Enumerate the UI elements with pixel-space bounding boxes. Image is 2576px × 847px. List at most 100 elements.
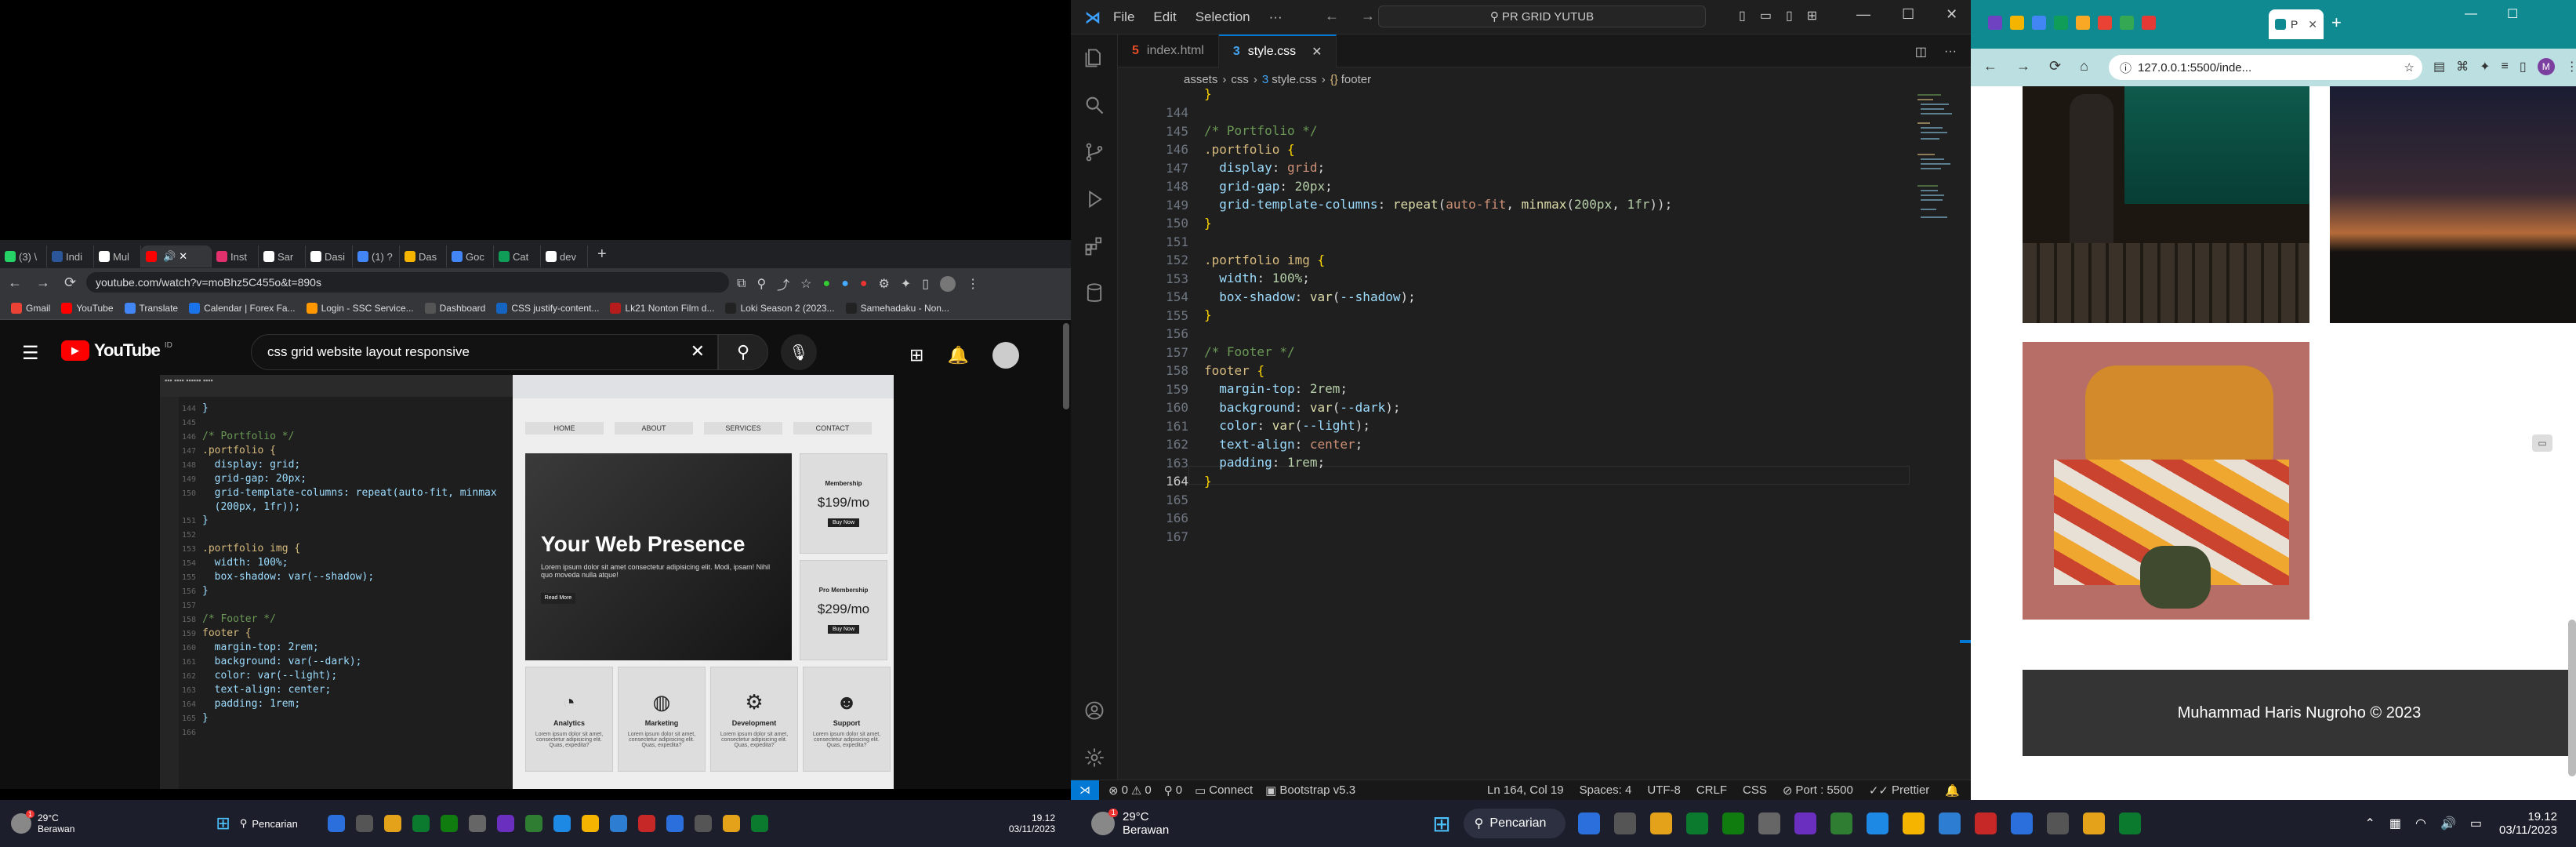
bookmark-item[interactable]: Dashboard	[424, 302, 485, 314]
zoom-icon[interactable]: ⚲	[756, 276, 766, 292]
taskbar-app-icon[interactable]	[1938, 812, 1961, 834]
search-button[interactable]: ⚲	[718, 334, 768, 370]
notifications-bell-icon[interactable]: 🔔	[1945, 783, 1960, 798]
hamburger-menu-icon[interactable]: ☰	[22, 342, 39, 365]
browser-tab[interactable]: dev	[541, 245, 588, 267]
extension-icon[interactable]: ⚙	[879, 276, 890, 292]
taskbar-app-icon[interactable]	[722, 815, 740, 832]
back-icon[interactable]: ←	[1983, 58, 1997, 75]
extension-icon[interactable]: ▤	[2433, 59, 2445, 75]
browser-tab[interactable]: Das	[400, 245, 447, 267]
connect-button[interactable]: ▭ Connect	[1195, 783, 1253, 798]
wifi-icon[interactable]: ◠	[2415, 816, 2426, 831]
taskbar-app-icon[interactable]	[524, 815, 542, 832]
taskbar-app-icon[interactable]	[412, 815, 430, 832]
extension-icon[interactable]: ●	[860, 277, 868, 291]
encoding[interactable]: UTF-8	[1647, 783, 1681, 797]
weather-widget[interactable]: 1 29°C Berawan	[1091, 809, 1169, 837]
taskbar-app-icon[interactable]	[1577, 812, 1600, 834]
language-mode[interactable]: CSS	[1743, 783, 1767, 797]
taskbar-app-icon[interactable]	[609, 815, 627, 832]
close-icon[interactable]: ✕	[1946, 6, 1957, 23]
scrollbar-thumb[interactable]	[2568, 620, 2576, 776]
close-tab-icon[interactable]: ✕	[179, 250, 187, 263]
customize-layout-icon[interactable]: ⊞	[1807, 8, 1817, 24]
tab-favicon-icon[interactable]	[2032, 16, 2046, 30]
browser-tab[interactable]: (3) \	[0, 245, 47, 267]
live-server-port[interactable]: ⊘ Port : 5500	[1783, 783, 1853, 798]
chevron-up-icon[interactable]: ⌃	[2364, 816, 2375, 831]
tab-favicon-icon[interactable]	[2098, 16, 2112, 30]
breadcrumb-item[interactable]: css	[1231, 73, 1249, 86]
menu-item[interactable]: Selection	[1195, 9, 1250, 25]
search-box[interactable]: ⚲ Pencarian	[1463, 809, 1566, 838]
forward-icon[interactable]: →	[36, 274, 50, 291]
taskbar-app-icon[interactable]	[2118, 812, 2141, 834]
remote-indicator[interactable]: ⋊	[1071, 780, 1099, 801]
close-tab-icon[interactable]: ✕	[2308, 18, 2317, 31]
extensions-puzzle-icon[interactable]: ✦	[901, 276, 911, 292]
bookmark-item[interactable]: YouTube	[61, 302, 114, 314]
menu-icon[interactable]: ⋮	[2566, 59, 2576, 75]
new-tab-icon[interactable]: +	[2331, 13, 2342, 33]
sidebar-icon[interactable]: ▯	[922, 276, 929, 292]
preview-url-field[interactable]: ⓘ 127.0.0.1:5500/inde... ☆	[2109, 55, 2422, 80]
star-icon[interactable]: ☆	[2404, 60, 2415, 75]
taskbar-app-icon[interactable]	[1866, 812, 1888, 834]
taskbar-app-icon[interactable]	[383, 815, 401, 832]
menu-icon[interactable]: ⋮	[967, 276, 979, 292]
browser-tab[interactable]: Indi	[47, 245, 94, 267]
taskbar-app-icon[interactable]	[468, 815, 486, 832]
taskbar-app-icon[interactable]	[2082, 812, 2105, 834]
clock[interactable]: 19.12 03/11/2023	[2499, 810, 2557, 837]
line-ending[interactable]: CRLF	[1696, 783, 1727, 797]
clear-search-icon[interactable]: ✕	[691, 341, 705, 362]
source-control-icon[interactable]	[1071, 129, 1118, 176]
bootstrap-indicator[interactable]: ▣ Bootstrap v5.3	[1265, 783, 1355, 798]
taskbar-app-icon[interactable]	[666, 815, 684, 832]
menu-item[interactable]: Edit	[1153, 9, 1176, 25]
taskbar-app-icon[interactable]	[440, 815, 458, 832]
browser-tab[interactable]: Cat	[494, 245, 541, 267]
scrollbar-thumb[interactable]	[1063, 323, 1069, 409]
prettier-indicator[interactable]: ✓✓ Prettier	[1869, 783, 1930, 798]
extensions-icon[interactable]	[1071, 223, 1118, 270]
tab-favicon-icon[interactable]	[2142, 16, 2156, 30]
extensions-puzzle-icon[interactable]: ✦	[2480, 59, 2490, 75]
youtube-logo[interactable]: ▶ YouTube ID	[61, 340, 172, 361]
taskbar-app-icon[interactable]	[1758, 812, 1780, 834]
weather-widget[interactable]: 1 29°C Berawan	[11, 810, 74, 834]
database-icon[interactable]	[1071, 270, 1118, 317]
url-field[interactable]: youtube.com/watch?v=moBhz5C455o&t=890s	[86, 272, 729, 293]
reload-icon[interactable]: ⟳	[64, 274, 76, 291]
bookmark-item[interactable]: Loki Season 2 (2023...	[725, 302, 835, 314]
tray-app-icon[interactable]: ▦	[2389, 816, 2401, 831]
browser-tab[interactable]: Goc	[447, 245, 494, 267]
playlist-icon[interactable]: ≡	[2502, 60, 2509, 74]
tab-style-css[interactable]: 3 style.css ✕	[1218, 34, 1337, 67]
search-box[interactable]: ⚲ Pencarian	[240, 817, 318, 830]
browser-tab[interactable]: Dasi	[306, 245, 353, 267]
toggle-sidebar-icon[interactable]: ▯	[1739, 8, 1746, 24]
maximize-icon[interactable]: ☐	[2507, 6, 2518, 22]
bookmark-item[interactable]: Gmail	[11, 302, 50, 314]
problems-indicator[interactable]: ⊗ 0 ⚠ 0	[1108, 783, 1152, 798]
back-icon[interactable]: ←	[8, 274, 22, 291]
split-editor-icon[interactable]: ◫	[1915, 44, 1927, 60]
explorer-icon[interactable]	[1071, 35, 1118, 82]
maximize-icon[interactable]: ☐	[1902, 6, 1914, 23]
notifications-bell-icon[interactable]: 🔔	[947, 345, 968, 365]
battery-icon[interactable]: ▭	[2470, 816, 2482, 831]
indentation[interactable]: Spaces: 4	[1580, 783, 1632, 797]
browser-tab[interactable]: Mul	[94, 245, 141, 267]
toggle-panel-icon[interactable]: ▭	[1760, 8, 1772, 24]
minimize-icon[interactable]: —	[1856, 6, 1870, 23]
cursor-position[interactable]: Ln 164, Col 19	[1487, 783, 1564, 797]
feedback-icon[interactable]: ▭	[2532, 434, 2552, 452]
bookmark-item[interactable]: Samehadaku - Non...	[845, 302, 949, 314]
taskbar-app-icon[interactable]	[1649, 812, 1672, 834]
forward-icon[interactable]: →	[2016, 58, 2030, 75]
tab-favicon-icon[interactable]	[2120, 16, 2134, 30]
tab-favicon-icon[interactable]	[2010, 16, 2024, 30]
start-icon[interactable]: ⊞	[216, 813, 230, 834]
